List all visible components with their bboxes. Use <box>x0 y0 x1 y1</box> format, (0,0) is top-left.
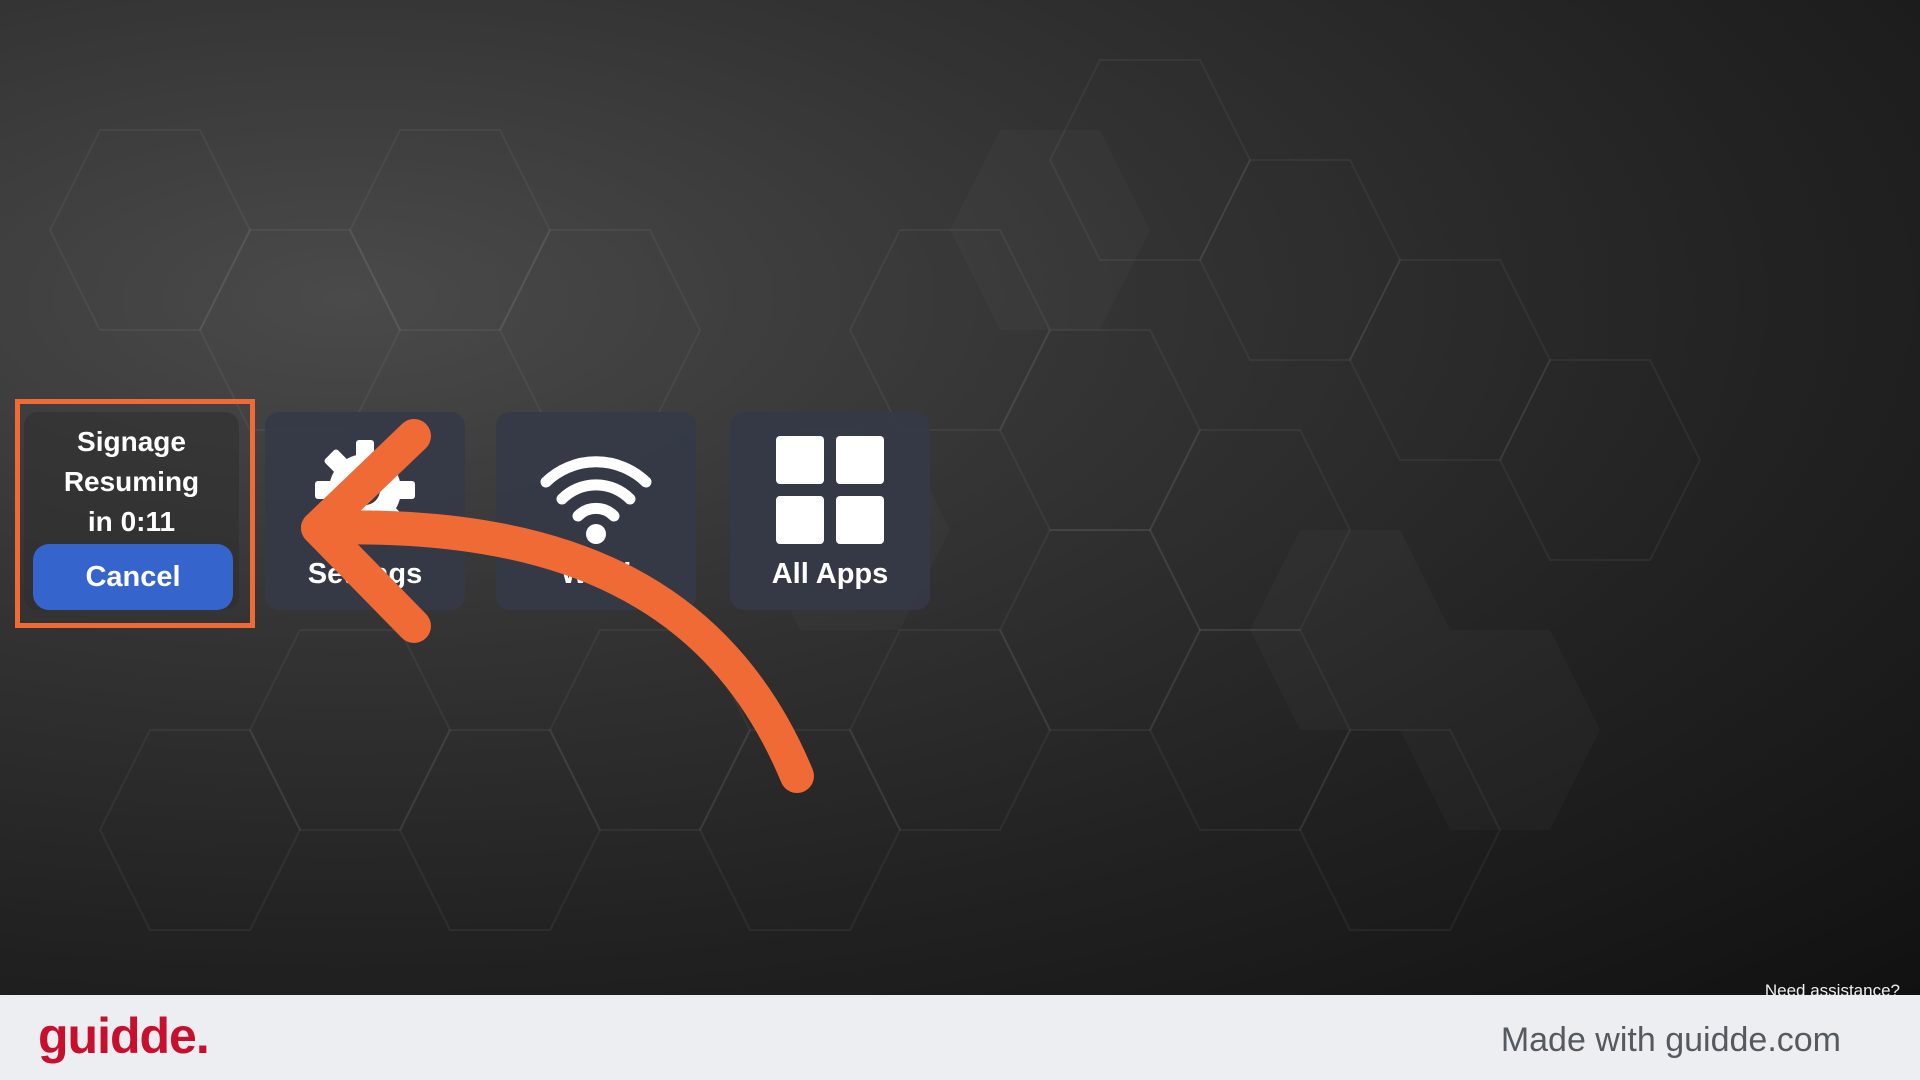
tile-wifi-label: Wi-Fi <box>560 558 632 590</box>
brand-logo: guidde. <box>38 1008 210 1064</box>
launcher-screen: Signage Resuming in 0:11 Cancel Settings… <box>0 0 1920 995</box>
footer-bar: guidde. Made with guidde.com <box>0 995 1920 1080</box>
stage: Signage Resuming in 0:11 Cancel Settings… <box>0 0 1920 1080</box>
made-with-text: Made with guidde.com <box>1500 1021 1841 1059</box>
tile-settings[interactable]: Settings <box>265 412 465 610</box>
grid-icon <box>776 436 884 544</box>
tile-all-apps[interactable]: All Apps <box>730 412 930 610</box>
tile-all-apps-label: All Apps <box>771 558 889 590</box>
tile-settings-label: Settings <box>307 558 423 590</box>
help-link[interactable]: Need assistance? <box>1765 981 1900 995</box>
wifi-icon <box>540 456 652 544</box>
highlight-box <box>15 399 255 628</box>
gear-icon <box>315 440 415 540</box>
tile-wifi[interactable]: Wi-Fi <box>496 412 696 610</box>
